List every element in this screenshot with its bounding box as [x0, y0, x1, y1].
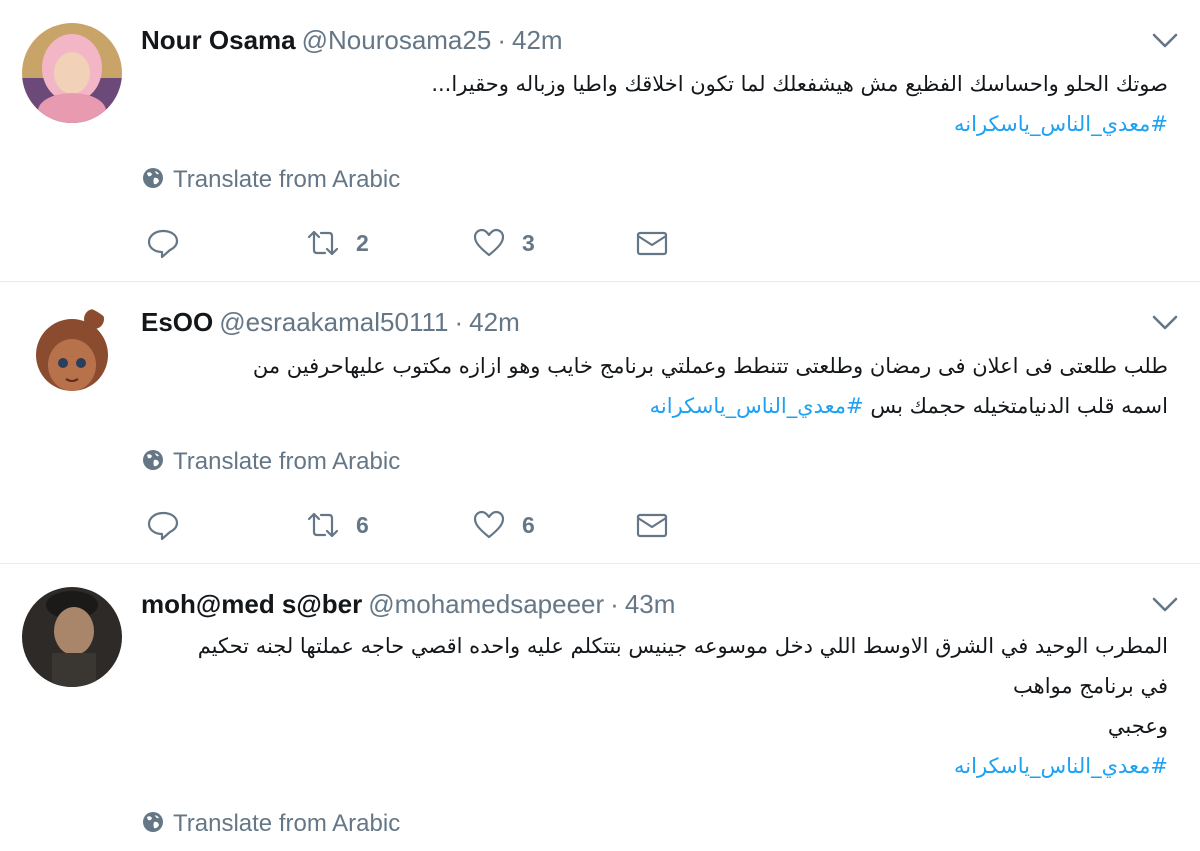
hashtag-link[interactable]: #معدي_الناس_ياسكرانه: [954, 754, 1168, 778]
timestamp[interactable]: 42m: [512, 25, 563, 55]
tweet-text-line: صوتك الحلو واحساسك الفظيع مش هيشفعلك لما…: [431, 72, 1168, 96]
like-count: 3: [522, 229, 535, 256]
timestamp[interactable]: 42m: [469, 307, 520, 337]
hashtag-link[interactable]: #معدي_الناس_ياسكرانه: [954, 112, 1168, 136]
separator: ·: [454, 307, 464, 337]
globe-icon: [143, 812, 163, 832]
like-button[interactable]: 3: [472, 223, 535, 259]
heart-icon: [473, 510, 505, 539]
timestamp[interactable]: 43m: [625, 589, 676, 619]
translate-label: Translate from Arabic: [173, 166, 401, 193]
chevron-down-icon[interactable]: [1150, 310, 1180, 334]
like-count: 6: [522, 511, 535, 538]
tweet-text-line: المطرب الوحيد في الشرق الاوسط اللي دخل م…: [197, 634, 1168, 658]
user-handle[interactable]: @mohamedsapeeer: [368, 589, 604, 619]
translate-link[interactable]: Translate from Arabic: [141, 447, 400, 477]
avatar-image: [22, 23, 122, 123]
avatar[interactable]: [22, 587, 122, 687]
translate-label: Translate from Arabic: [173, 810, 401, 837]
retweet-icon: [307, 230, 339, 256]
separator: ·: [497, 25, 506, 55]
retweet-button[interactable]: 2: [306, 223, 369, 259]
heart-icon: [473, 228, 505, 257]
user-handle[interactable]: @Nourosama25: [302, 25, 492, 55]
display-name[interactable]: moh@med s@ber: [141, 589, 362, 619]
tweet-text-line: طلب طلعتى فى اعلان فى رمضان وطلعتى تتنطط…: [252, 354, 1168, 378]
avatar[interactable]: [22, 23, 122, 123]
reply-button[interactable]: [146, 505, 180, 541]
direct-message-button[interactable]: [635, 505, 669, 541]
reply-icon: [147, 511, 179, 541]
tweet-header: moh@med s@ber @mohamedsapeeer · 43m: [141, 586, 675, 622]
translate-link[interactable]: Translate from Arabic: [141, 165, 400, 195]
translate-link[interactable]: Translate from Arabic: [141, 809, 400, 839]
user-handle[interactable]: @esraakamal50111: [219, 307, 448, 337]
globe-icon: [143, 450, 163, 470]
tweet-2[interactable]: EsOO @esraakamal50111 · 42m طلب طلعتى فى اع…: [0, 282, 1200, 564]
globe-icon: [143, 168, 163, 188]
direct-message-button[interactable]: [635, 223, 669, 259]
tweet-text: المطرب الوحيد في الشرق الاوسط اللي دخل م…: [158, 626, 1168, 786]
retweet-button[interactable]: 6: [306, 505, 369, 541]
tweet-text: صوتك الحلو واحساسك الفظيع مش هيشفعلك لما…: [158, 64, 1168, 144]
avatar-image: [22, 305, 122, 405]
retweet-count: 6: [356, 511, 369, 538]
tweet-text-line: #معدي_الناس_ياسكرانه: [158, 746, 1168, 786]
envelope-icon: [636, 513, 668, 538]
hashtag-link[interactable]: #معدي_الناس_ياسكرانه: [650, 394, 864, 418]
tweet-header: Nour Osama @Nourosama25 · 42m: [141, 22, 563, 58]
tweet-text-line: وعجبي: [1107, 714, 1168, 738]
chevron-down-icon[interactable]: [1150, 28, 1180, 52]
tweet-3[interactable]: moh@med s@ber @mohamedsapeeer · 43m المطرب …: [0, 564, 1200, 851]
separator: ·: [610, 589, 619, 619]
tweet-text-line: #معدي_الناس_ياسكرانه: [158, 104, 1168, 144]
reply-icon: [147, 229, 179, 259]
retweet-count: 2: [356, 229, 369, 256]
envelope-icon: [636, 231, 668, 256]
avatar-image: [22, 587, 122, 687]
retweet-icon: [307, 512, 339, 538]
tweet-header: EsOO @esraakamal50111 · 42m: [141, 304, 520, 340]
tweet-text: طلب طلعتى فى اعلان فى رمضان وطلعتى تتنطط…: [158, 346, 1168, 426]
tweet-1[interactable]: Nour Osama @Nourosama25 · 42m صوتك الحلو وا…: [0, 0, 1200, 282]
like-button[interactable]: 6: [472, 505, 535, 541]
display-name[interactable]: EsOO: [141, 307, 213, 337]
reply-button[interactable]: [146, 223, 180, 259]
translate-label: Translate from Arabic: [173, 448, 401, 475]
chevron-down-icon[interactable]: [1150, 592, 1180, 616]
display-name[interactable]: Nour Osama: [141, 25, 296, 55]
tweet-text-prefix: اسمه قلب الدنيامتخيله حجمك بس: [863, 394, 1168, 418]
tweet-text-line: اسمه قلب الدنيامتخيله حجمك بس #معدي_النا…: [158, 386, 1168, 426]
avatar[interactable]: [22, 305, 122, 405]
tweet-text-line: في برنامج مواهب: [1013, 674, 1168, 698]
